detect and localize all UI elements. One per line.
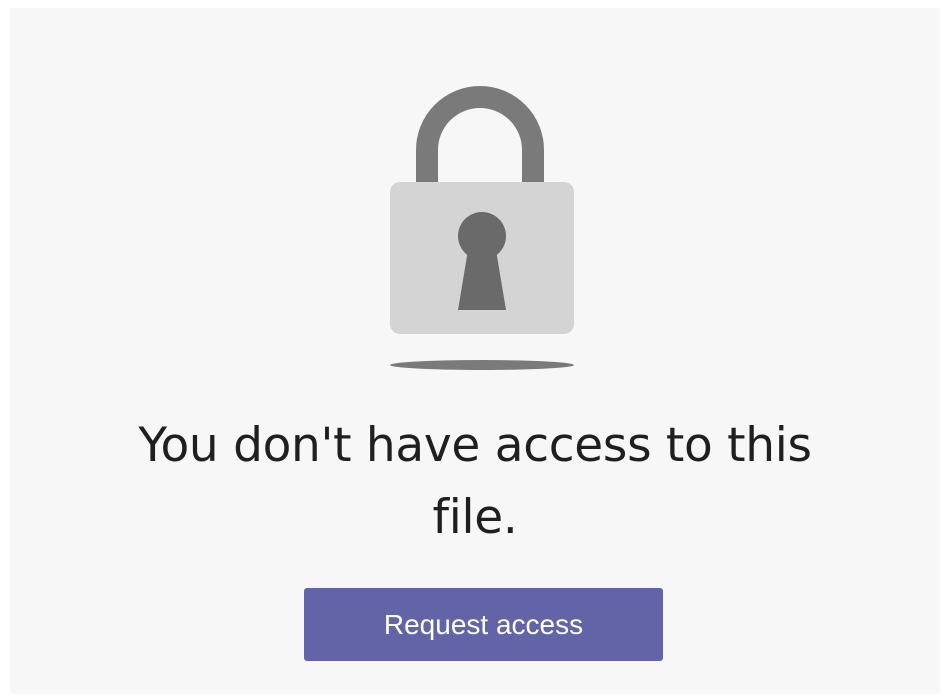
access-denied-message: You don't have access to this file. — [10, 410, 940, 554]
access-denied-panel: You don't have access to this file. Requ… — [10, 8, 940, 694]
lock-shadow — [390, 360, 574, 370]
message-line-1: You don't have access to this — [138, 418, 812, 473]
lock-icon — [390, 70, 590, 385]
lock-shackle — [416, 86, 544, 190]
message-line-2: file. — [432, 490, 518, 545]
request-access-button[interactable]: Request access — [304, 588, 663, 661]
